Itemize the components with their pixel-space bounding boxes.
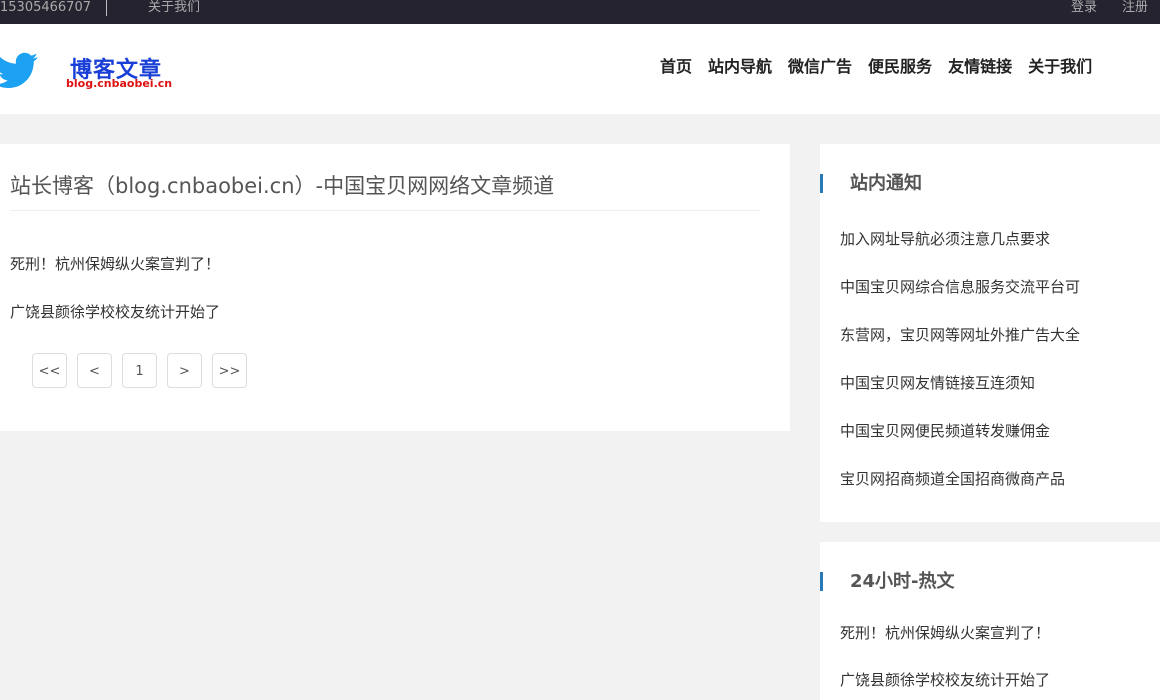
login-link[interactable]: 登录 (1071, 0, 1097, 16)
site-header: 博客文章 blog.cnbaobei.cn 首页 站内导航 微信广告 便民服务 … (0, 24, 1160, 114)
nav-friend-links[interactable]: 友情链接 (948, 57, 1012, 77)
hot-post-item[interactable]: 死刑！杭州保姆纵火案宣判了！ (840, 622, 1050, 643)
notice-item[interactable]: 宝贝网招商频道全国招商微商产品 (840, 468, 1065, 489)
nav-home[interactable]: 首页 (660, 57, 692, 77)
divider (10, 210, 760, 211)
page-1-button[interactable]: 1 (122, 353, 157, 388)
nav-site-directory[interactable]: 站内导航 (708, 57, 772, 77)
notice-item[interactable]: 东营网，宝贝网等网址外推广告大全 (840, 324, 1080, 345)
phone-number: 15305466707 (0, 0, 91, 15)
notice-panel: 站内通知 加入网址导航必须注意几点要求 中国宝贝网综合信息服务交流平台可 东营网… (820, 144, 1160, 522)
main-content: 站长博客（blog.cnbaobei.cn）-中国宝贝网网络文章频道 死刑！杭州… (0, 144, 790, 431)
notice-item[interactable]: 中国宝贝网便民频道转发赚佣金 (840, 420, 1050, 441)
twitter-bird-icon[interactable] (0, 52, 38, 90)
post-link[interactable]: 死刑！杭州保姆纵火案宣判了！ (10, 253, 220, 274)
pagination: << < 1 > >> (32, 353, 257, 388)
last-page-button[interactable]: >> (212, 353, 247, 388)
nav-services[interactable]: 便民服务 (868, 57, 932, 77)
logo-subtitle: blog.cnbaobei.cn (66, 77, 173, 90)
post-link[interactable]: 广饶县颜徐学校校友统计开始了 (10, 301, 220, 322)
notice-item[interactable]: 中国宝贝网友情链接互连须知 (840, 372, 1035, 393)
notice-item[interactable]: 加入网址导航必须注意几点要求 (840, 228, 1050, 249)
main-nav: 首页 站内导航 微信广告 便民服务 友情链接 关于我们 (660, 57, 1108, 77)
prev-page-button[interactable]: < (77, 353, 112, 388)
hot-post-item[interactable]: 广饶县颜徐学校校友统计开始了 (840, 669, 1050, 690)
hot-posts-panel: 24小时-热文 死刑！杭州保姆纵火案宣判了！ 广饶县颜徐学校校友统计开始了 (820, 542, 1160, 700)
nav-about-us[interactable]: 关于我们 (1028, 57, 1092, 77)
page-title: 站长博客（blog.cnbaobei.cn）-中国宝贝网网络文章频道 (10, 174, 555, 198)
register-link[interactable]: 注册 (1122, 0, 1148, 16)
notice-heading: 站内通知 (820, 174, 922, 193)
notice-item[interactable]: 中国宝贝网综合信息服务交流平台可 (840, 276, 1080, 297)
hot-posts-heading: 24小时-热文 (820, 572, 955, 591)
about-us-link[interactable]: 关于我们 (148, 0, 200, 16)
divider (106, 0, 107, 16)
first-page-button[interactable]: << (32, 353, 67, 388)
next-page-button[interactable]: > (167, 353, 202, 388)
nav-wechat-ads[interactable]: 微信广告 (788, 57, 852, 77)
top-bar: 15305466707 关于我们 登录 注册 (0, 0, 1160, 24)
